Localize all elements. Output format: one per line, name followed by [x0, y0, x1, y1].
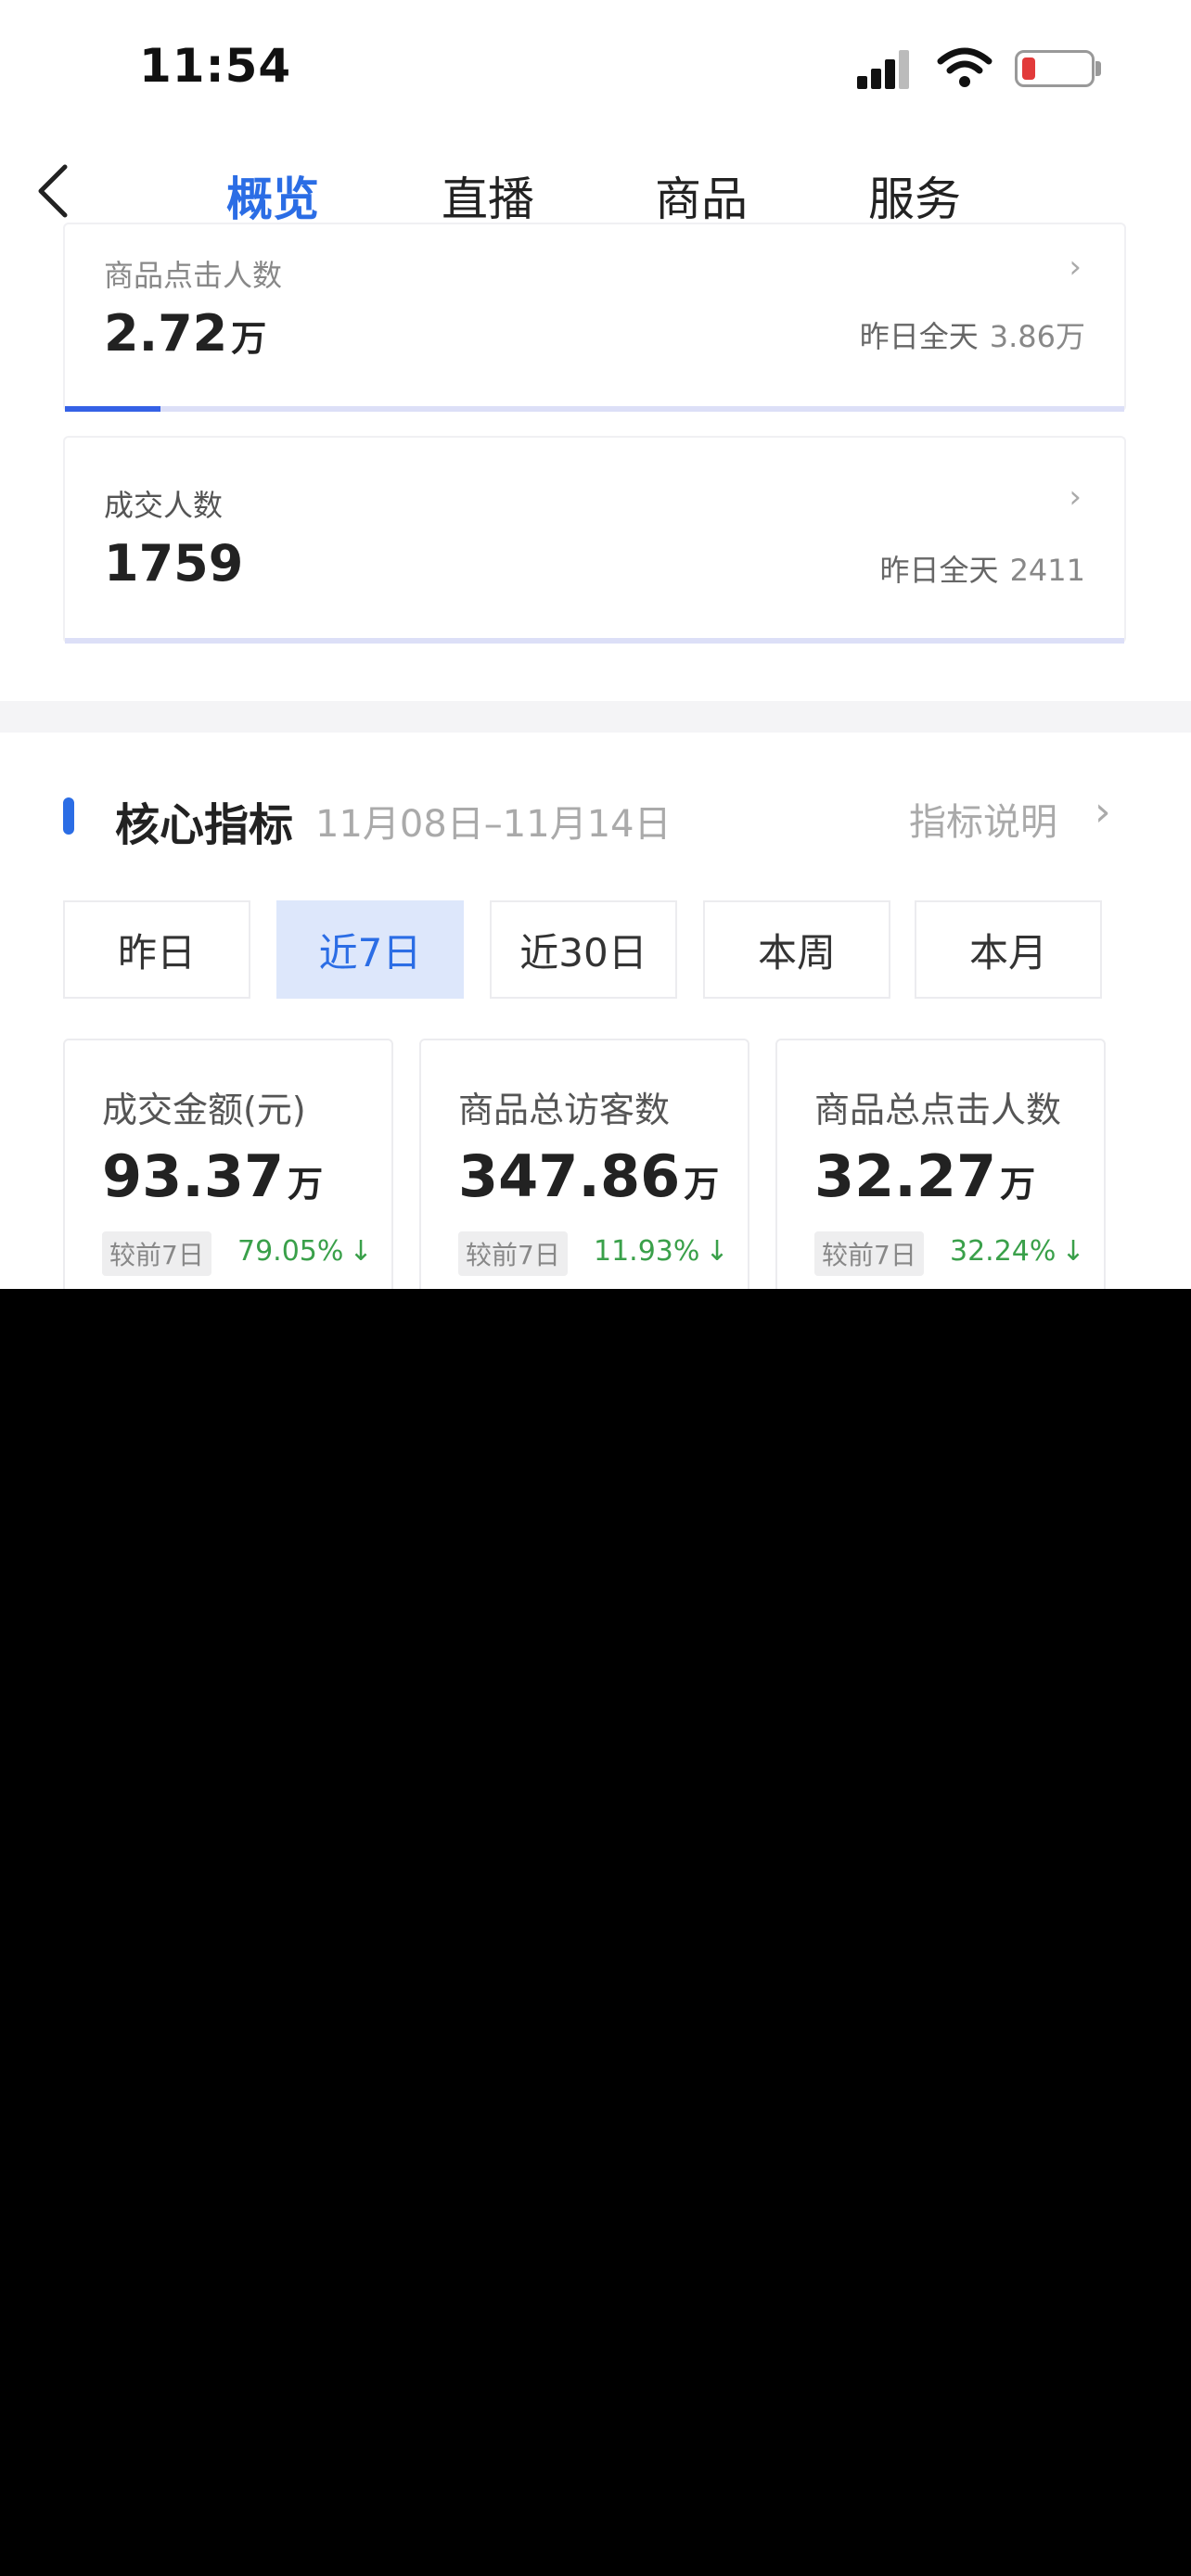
- kpi-label: 商品总点击人数: [814, 1090, 1062, 1130]
- kpi-compare-label: 较前7日: [458, 1231, 568, 1276]
- period-tab-yesterday[interactable]: 昨日: [63, 900, 250, 999]
- back-chevron-icon[interactable]: [33, 163, 74, 219]
- kpi-value: 32.27 万: [814, 1142, 1036, 1210]
- kpi-change: 79.05% ↓: [237, 1235, 373, 1268]
- chevron-right-icon[interactable]: ›: [1095, 788, 1111, 835]
- metric-label: 成交人数: [104, 488, 224, 523]
- metric-progress-fill: [65, 406, 160, 412]
- status-time: 11:54: [139, 39, 292, 93]
- tab-overview[interactable]: 概览: [226, 162, 319, 229]
- arrow-down-icon: ↓: [1061, 1235, 1085, 1268]
- kpi-card-gmv[interactable]: 成交金额(元) 93.37 万 较前7日 79.05% ↓: [63, 1039, 393, 1289]
- date-range: 11月08日–11月14日: [315, 803, 672, 846]
- period-tab-30days[interactable]: 近30日: [490, 900, 677, 999]
- chevron-right-icon: ›: [1069, 249, 1082, 286]
- chevron-right-icon: ›: [1069, 478, 1082, 516]
- kpi-compare-label: 较前7日: [102, 1231, 211, 1276]
- tab-live[interactable]: 直播: [442, 162, 534, 229]
- arrow-down-icon: ↓: [705, 1235, 729, 1268]
- kpi-card-clicks[interactable]: 商品总点击人数 32.27 万 较前7日 32.24% ↓: [775, 1039, 1106, 1289]
- metric-card-buyers[interactable]: 成交人数 › 1759 昨日全天 2411: [63, 436, 1126, 644]
- kpi-change: 32.24% ↓: [950, 1235, 1085, 1268]
- metric-value: 1759: [104, 534, 244, 593]
- tab-products[interactable]: 商品: [655, 162, 748, 229]
- section-title: 核心指标: [115, 799, 294, 851]
- kpi-change: 11.93% ↓: [594, 1235, 729, 1268]
- blank-region: [0, 1289, 1191, 2576]
- metric-compare: 昨日全天 2411: [879, 553, 1085, 588]
- period-tab-this-week[interactable]: 本周: [703, 900, 890, 999]
- metric-help-link[interactable]: 指标说明: [909, 792, 1057, 846]
- metric-progress-bar: [65, 638, 1124, 644]
- battery-cap: [1095, 61, 1101, 76]
- metric-compare: 昨日全天 3.86万: [859, 319, 1085, 354]
- tab-services[interactable]: 服务: [868, 162, 961, 229]
- app-screen: 11:54 概览 直播 商品 服务 商品点击人数 › 2.72 万 昨日全天 3.8…: [0, 0, 1191, 1289]
- period-tab-this-month[interactable]: 本月: [915, 900, 1102, 999]
- period-tab-7days[interactable]: 近7日: [276, 900, 464, 999]
- cellular-signal-icon: [857, 46, 913, 89]
- kpi-value: 347.86 万: [458, 1142, 720, 1210]
- kpi-label: 商品总访客数: [458, 1090, 671, 1130]
- metric-progress-bar: [65, 406, 1124, 412]
- kpi-card-visitors[interactable]: 商品总访客数 347.86 万 较前7日 11.93% ↓: [419, 1039, 749, 1289]
- section-marker: [63, 797, 74, 835]
- kpi-label: 成交金额(元): [102, 1090, 306, 1130]
- kpi-value: 93.37 万: [102, 1142, 324, 1210]
- section-divider: [0, 701, 1191, 733]
- metric-card-product-clicks[interactable]: 商品点击人数 › 2.72 万 昨日全天 3.86万: [63, 223, 1126, 412]
- battery-icon: [1015, 50, 1095, 87]
- metric-label: 商品点击人数: [104, 258, 283, 293]
- kpi-compare-label: 较前7日: [814, 1231, 924, 1276]
- wifi-icon: [937, 47, 992, 87]
- metric-value: 2.72 万: [104, 304, 267, 363]
- arrow-down-icon: ↓: [349, 1235, 373, 1268]
